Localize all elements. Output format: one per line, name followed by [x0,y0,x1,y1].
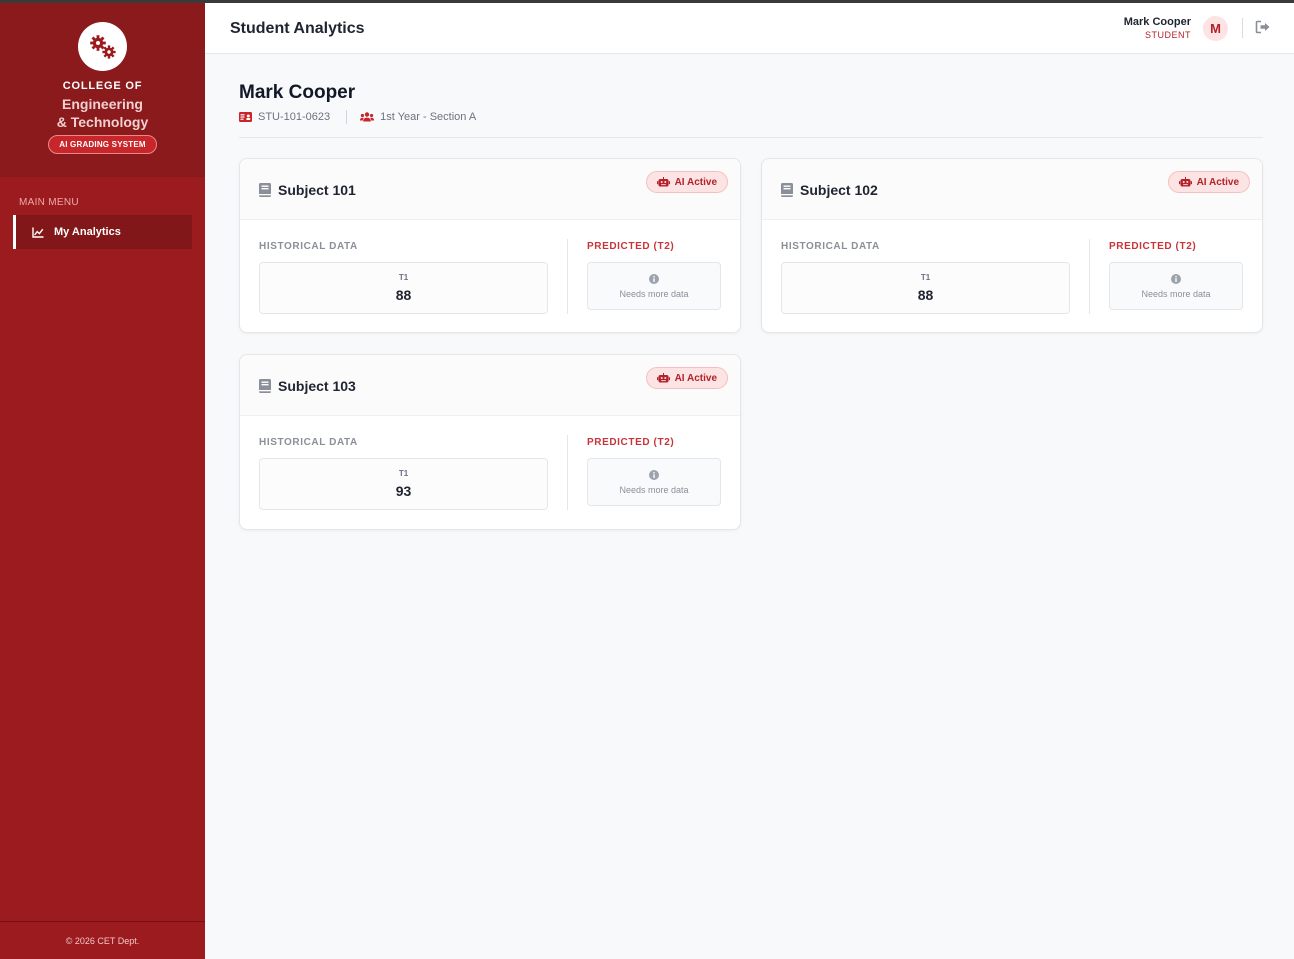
student-section: 1st Year - Section A [360,111,476,123]
card-header: Subject 103 AI Active [240,355,740,416]
subject-card: Subject 102 AI Active HISTORICAL DATA PR… [761,158,1263,333]
user-name: Mark Cooper [1123,16,1191,28]
prediction-box: Needs more data [587,458,721,506]
ai-active-badge: AI Active [1167,171,1250,193]
user-role: STUDENT [1145,30,1191,40]
column-divider [567,239,568,314]
gears-icon [78,22,127,71]
card-title: Subject 101 [259,182,356,198]
robot-icon [656,177,670,187]
brand-line-2: Engineering [62,96,143,112]
top-header: Student Analytics Mark Cooper STUDENT M [205,3,1294,54]
historical-score-box: T1 88 [781,262,1070,314]
card-header: Subject 102 AI Active [762,159,1262,220]
score-value: 93 [395,483,412,499]
ai-active-label: AI Active [674,372,717,384]
prediction-text: Needs more data [619,484,689,495]
student-section-text: 1st Year - Section A [380,111,477,123]
column-divider [1089,239,1090,314]
robot-icon [656,373,670,383]
predicted-label: PREDICTED (T2) [1109,241,1197,252]
historical-label: HISTORICAL DATA [781,241,880,252]
robot-icon [1178,177,1192,187]
term-label: T1 [398,273,409,282]
student-name: Mark Cooper [239,82,356,103]
historical-label: HISTORICAL DATA [259,437,358,448]
users-icon [360,112,375,122]
column-divider [567,435,568,510]
book-icon [259,183,271,197]
ai-active-badge: AI Active [645,367,728,389]
ai-grading-badge: AI GRADING SYSTEM [48,135,157,154]
id-card-icon [239,112,252,122]
historical-label: HISTORICAL DATA [259,241,358,252]
sidebar: COLLEGE OF Engineering & Technology AI G… [0,3,205,959]
window-top-border [0,0,1294,3]
student-id: STU-101-0623 [239,111,330,123]
logout-icon [1255,20,1270,34]
brand-line-3: & Technology [56,114,149,130]
score-value: 88 [917,287,934,303]
book-icon [781,183,793,197]
term-label: T1 [398,469,409,478]
subject-title: Subject 103 [278,378,356,394]
subject-card: Subject 103 AI Active HISTORICAL DATA PR… [239,354,741,530]
brand-block: COLLEGE OF Engineering & Technology AI G… [0,3,205,177]
ai-active-label: AI Active [674,176,717,188]
ai-active-badge: AI Active [645,171,728,193]
info-circle-icon [649,273,659,284]
page-title: Student Analytics [230,20,365,37]
user-info: Mark Cooper STUDENT [1124,16,1191,40]
card-header: Subject 101 AI Active [240,159,740,220]
predicted-label: PREDICTED (T2) [587,437,675,448]
prediction-text: Needs more data [1141,288,1211,299]
brand-line-1: COLLEGE OF [62,80,143,92]
subject-title: Subject 102 [800,182,878,198]
score-value: 88 [395,287,412,303]
ai-active-label: AI Active [1196,176,1239,188]
subject-card: Subject 101 AI Active HISTORICAL DATA PR… [239,158,741,333]
student-meta: STU-101-0623 1st Year - Section A [239,110,476,124]
card-title: Subject 102 [781,182,878,198]
card-body: HISTORICAL DATA PREDICTED (T2) T1 93 Nee… [240,416,740,528]
main-menu-heading: MAIN MENU [19,197,79,208]
historical-score-box: T1 93 [259,458,548,510]
meta-separator [346,110,348,124]
logout-button[interactable] [1255,20,1271,39]
prediction-box: Needs more data [1109,262,1243,310]
historical-score-box: T1 88 [259,262,548,314]
card-body: HISTORICAL DATA PREDICTED (T2) T1 88 Nee… [240,220,740,332]
term-label: T1 [920,273,931,282]
book-icon [259,379,271,393]
avatar[interactable]: M [1203,16,1228,41]
heading-divider [239,137,1263,138]
info-circle-icon [649,469,659,480]
student-id-text: STU-101-0623 [258,111,331,123]
card-title: Subject 103 [259,378,356,394]
subject-title: Subject 101 [278,182,356,198]
prediction-text: Needs more data [619,288,689,299]
chart-line-icon [32,227,44,238]
prediction-box: Needs more data [587,262,721,310]
info-circle-icon [1171,273,1181,284]
sidebar-footer: © 2026 CET Dept. [0,921,205,959]
card-body: HISTORICAL DATA PREDICTED (T2) T1 88 Nee… [762,220,1262,332]
sidebar-item-my-analytics[interactable]: My Analytics [13,215,192,249]
predicted-label: PREDICTED (T2) [587,241,675,252]
header-divider [1242,18,1243,38]
sidebar-item-label: My Analytics [54,226,121,238]
